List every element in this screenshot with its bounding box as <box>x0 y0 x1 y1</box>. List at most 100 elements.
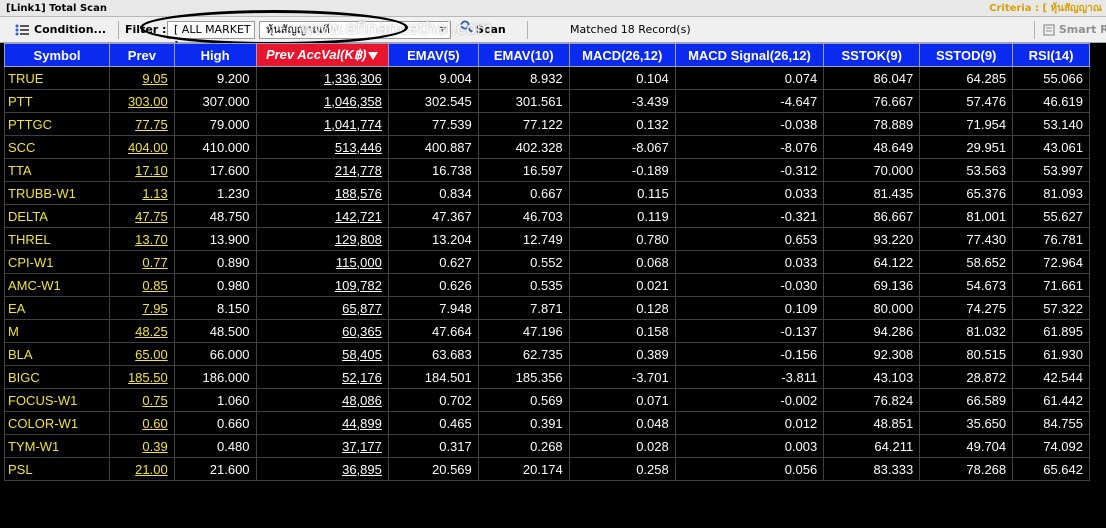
column-header-symbol[interactable]: Symbol <box>3 43 111 67</box>
column-header-prev-accval[interactable]: Prev AccVal(K฿) <box>255 43 389 67</box>
table-row[interactable]: PTTGC 77.75 79.000 1,041,774 77.539 77.122 0.1… <box>3 112 1090 136</box>
prev-accval-cell[interactable]: 48,086 <box>255 388 389 412</box>
column-header-emav5[interactable]: EMAV(5) <box>387 43 479 67</box>
table-row[interactable]: PSL 21.00 21.600 36,895 20.569 20.174 0.258 0.0… <box>3 457 1090 481</box>
prev-accval-cell[interactable]: 1,046,358 <box>255 89 389 113</box>
rsi-cell: 74.092 <box>1012 434 1090 458</box>
symbol-cell[interactable]: TYM-W1 <box>3 434 111 458</box>
prev-cell[interactable]: 185.50 <box>109 365 175 389</box>
table-row[interactable]: TYM-W1 0.39 0.480 37,177 0.317 0.268 0.028 0.00… <box>3 434 1090 458</box>
table-row[interactable]: TTA 17.10 17.600 214,778 16.738 16.597 -0.189-… <box>3 158 1090 182</box>
macd-cell: -3.701 <box>568 365 676 389</box>
prev-cell[interactable]: 9.05 <box>109 66 175 90</box>
prev-cell[interactable]: 303.00 <box>109 89 175 113</box>
symbol-cell[interactable]: BLA <box>3 342 111 366</box>
macd-signal-cell: 0.109 <box>674 296 825 320</box>
prev-accval-cell[interactable]: 115,000 <box>255 250 389 274</box>
prev-accval-cell[interactable]: 60,365 <box>255 319 389 343</box>
table-row[interactable]: BIGC 185.50 186.000 52,176 184.501 185.356 -3.… <box>3 365 1090 389</box>
column-header-rsi[interactable]: RSI(14) <box>1012 43 1090 67</box>
prev-cell[interactable]: 1.13 <box>109 181 175 205</box>
column-header-prev[interactable]: Prev <box>109 43 175 67</box>
symbol-cell[interactable]: M <box>3 319 111 343</box>
column-header-sstod[interactable]: SSTOD(9) <box>919 43 1014 67</box>
prev-accval-cell[interactable]: 214,778 <box>255 158 389 182</box>
sstod-cell: 66.589 <box>919 388 1014 412</box>
condition-button[interactable]: Condition... <box>14 20 114 40</box>
emav10-cell: 47.196 <box>477 319 570 343</box>
table-header-row: Symbol Prev High Prev AccVal(K฿) EMAV(5)… <box>3 43 1090 67</box>
prev-accval-cell[interactable]: 513,446 <box>255 135 389 159</box>
column-header-high[interactable]: High <box>173 43 257 67</box>
prev-accval-cell[interactable]: 129,808 <box>255 227 389 251</box>
symbol-cell[interactable]: FOCUS-W1 <box>3 388 111 412</box>
prev-cell[interactable]: 47.75 <box>109 204 175 228</box>
prev-cell[interactable]: 0.75 <box>109 388 175 412</box>
emav10-cell: 0.268 <box>477 434 570 458</box>
symbol-cell[interactable]: BIGC <box>3 365 111 389</box>
sstok-cell: 64.211 <box>823 434 921 458</box>
symbol-cell[interactable]: AMC-W1 <box>3 273 111 297</box>
table-row[interactable]: FOCUS-W1 0.75 1.060 48,086 0.702 0.569 0.071 -0… <box>3 388 1090 412</box>
column-header-emav10[interactable]: EMAV(10) <box>477 43 570 67</box>
macd-signal-cell: 0.033 <box>674 250 825 274</box>
prev-cell[interactable]: 77.75 <box>109 112 175 136</box>
table-row[interactable]: TRUE 9.05 9.200 1,336,306 9.004 8.932 0.104 0.0… <box>3 66 1090 90</box>
prev-cell[interactable]: 0.85 <box>109 273 175 297</box>
prev-cell[interactable]: 17.10 <box>109 158 175 182</box>
prev-accval-cell[interactable]: 36,895 <box>255 457 389 481</box>
prev-cell[interactable]: 0.60 <box>109 411 175 435</box>
symbol-cell[interactable]: CPI-W1 <box>3 250 111 274</box>
table-row[interactable]: EA 7.95 8.150 65,877 7.948 7.871 0.128 0.109 80.… <box>3 296 1090 320</box>
prev-cell[interactable]: 7.95 <box>109 296 175 320</box>
prev-cell[interactable]: 0.39 <box>109 434 175 458</box>
prev-cell[interactable]: 404.00 <box>109 135 175 159</box>
prev-cell[interactable]: 65.00 <box>109 342 175 366</box>
prev-accval-cell[interactable]: 58,405 <box>255 342 389 366</box>
table-row[interactable]: COLOR-W1 0.60 0.660 44,899 0.465 0.391 0.048 0.… <box>3 411 1090 435</box>
prev-cell[interactable]: 48.25 <box>109 319 175 343</box>
symbol-cell[interactable]: TRUE <box>3 66 111 90</box>
symbol-cell[interactable]: PTT <box>3 89 111 113</box>
column-header-sstok[interactable]: SSTOK(9) <box>823 43 921 67</box>
table-row[interactable]: TRUBB-W1 1.13 1.230 188,576 0.834 0.667 0.115 0… <box>3 181 1090 205</box>
table-row[interactable]: BLA 65.00 66.000 58,405 63.683 62.735 0.389 -0.… <box>3 342 1090 366</box>
prev-accval-cell[interactable]: 44,899 <box>255 411 389 435</box>
table-row[interactable]: M 48.25 48.500 60,365 47.664 47.196 0.158 -0.13… <box>3 319 1090 343</box>
emav5-cell: 0.627 <box>387 250 479 274</box>
sstod-cell: 58.652 <box>919 250 1014 274</box>
prev-accval-cell[interactable]: 52,176 <box>255 365 389 389</box>
symbol-cell[interactable]: EA <box>3 296 111 320</box>
symbol-cell[interactable]: SCC <box>3 135 111 159</box>
symbol-cell[interactable]: DELTA <box>3 204 111 228</box>
prev-accval-cell[interactable]: 1,336,306 <box>255 66 389 90</box>
market-filter-select[interactable]: [ ALL MARKET ] <box>167 21 255 52</box>
symbol-cell[interactable]: TTA <box>3 158 111 182</box>
prev-accval-cell[interactable]: 37,177 <box>255 434 389 458</box>
column-header-macd[interactable]: MACD(26,12) <box>568 43 676 67</box>
prev-accval-cell[interactable]: 65,877 <box>255 296 389 320</box>
prev-accval-cell[interactable]: 1,041,774 <box>255 112 389 136</box>
prev-accval-cell[interactable]: 142,721 <box>255 204 389 228</box>
table-row[interactable]: CPI-W1 0.77 0.890 115,000 0.627 0.552 0.068 0.0… <box>3 250 1090 274</box>
emav10-cell: 0.391 <box>477 411 570 435</box>
smart-button[interactable]: Smart Ra <box>1043 20 1106 40</box>
prev-cell[interactable]: 13.70 <box>109 227 175 251</box>
column-header-macd-signal[interactable]: MACD Signal(26,12) <box>674 43 825 67</box>
symbol-cell[interactable]: TRUBB-W1 <box>3 181 111 205</box>
emav5-cell: 9.004 <box>387 66 479 90</box>
table-row[interactable]: AMC-W1 0.85 0.980 109,782 0.626 0.535 0.021 -0.… <box>3 273 1090 297</box>
sstod-cell: 71.954 <box>919 112 1014 136</box>
prev-accval-cell[interactable]: 109,782 <box>255 273 389 297</box>
prev-cell[interactable]: 0.77 <box>109 250 175 274</box>
table-row[interactable]: DELTA 47.75 48.750 142,721 47.367 46.703 0.119… <box>3 204 1090 228</box>
symbol-cell[interactable]: COLOR-W1 <box>3 411 111 435</box>
table-row[interactable]: SCC 404.00 410.000 513,446 400.887 402.328 -8.… <box>3 135 1090 159</box>
table-row[interactable]: THREL 13.70 13.900 129,808 13.204 12.749 0.780… <box>3 227 1090 251</box>
symbol-cell[interactable]: THREL <box>3 227 111 251</box>
symbol-cell[interactable]: PTTGC <box>3 112 111 136</box>
symbol-cell[interactable]: PSL <box>3 457 111 481</box>
prev-accval-cell[interactable]: 188,576 <box>255 181 389 205</box>
prev-cell[interactable]: 21.00 <box>109 457 175 481</box>
table-row[interactable]: PTT 303.00 307.000 1,046,358 302.545 301.561-… <box>3 89 1090 113</box>
